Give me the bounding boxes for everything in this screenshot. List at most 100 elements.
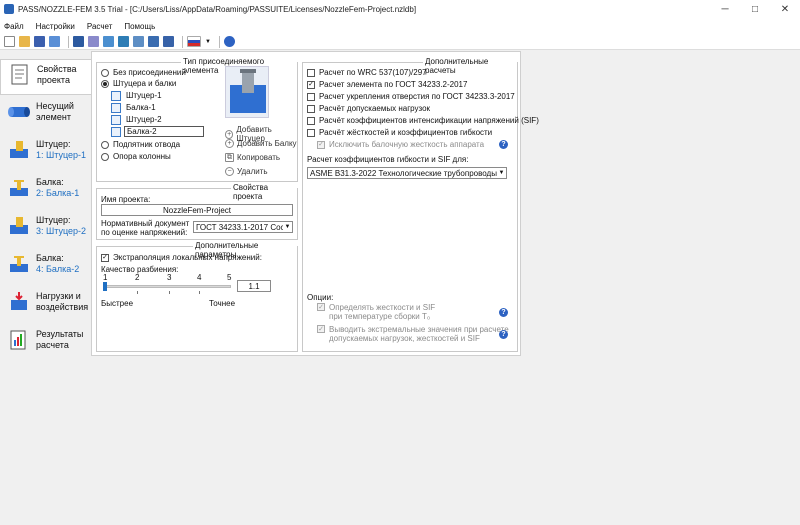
mesh-value-input[interactable]: 1.1 <box>237 280 271 292</box>
report-icon[interactable] <box>118 36 129 47</box>
tree-item-nozzle-2[interactable]: Штуцер-2 <box>111 114 164 125</box>
minimize-button[interactable]: ─ <box>710 0 740 18</box>
help-icon[interactable]: ? <box>499 330 508 339</box>
sidebar-item-shell[interactable]: Несущий элемент <box>0 97 92 133</box>
sidebar-item-label: Несущий <box>36 101 74 111</box>
extrapolation-checkbox[interactable]: ✓ Экстраполяция локальных напряжений: <box>101 253 262 262</box>
sidebar: Свойства проекта Несущий элемент Штуцер: 1:… <box>0 51 92 525</box>
options-label: Опции: <box>307 293 334 302</box>
beam-icon <box>8 253 30 275</box>
menu-settings[interactable]: Настройки <box>36 22 75 31</box>
slider-tick <box>137 291 138 294</box>
copy-button[interactable]: ⧉ Копировать <box>225 153 280 162</box>
open-folder-icon[interactable] <box>19 36 30 47</box>
sif-standard-label: Расчет коэффициентов гибкости и SIF для: <box>307 155 469 164</box>
toolbar: ▼ <box>0 34 800 50</box>
precise-label: Точнее <box>209 299 236 308</box>
element-preview-image <box>225 66 269 118</box>
extreme-values-checkbox[interactable]: ✓ Выводить экстремальные значения при рас… <box>317 325 509 343</box>
chevron-down-icon: ▼ <box>283 222 292 232</box>
radio-pad-support[interactable]: Подпятник отвода <box>101 140 180 149</box>
gost-34233-3-checkbox[interactable]: Расчет укрепления отверстия по ГОСТ 3423… <box>307 92 515 101</box>
mesh-quality-slider[interactable] <box>103 285 231 288</box>
new-file-icon[interactable] <box>4 36 15 47</box>
beam-icon <box>8 177 30 199</box>
maximize-button[interactable]: □ <box>740 0 770 18</box>
slider-tick <box>199 291 200 294</box>
radio-nozzles-beams[interactable]: Штуцера и балки <box>101 79 176 88</box>
main-panel: Тип присоединяемого элемента Без присоед… <box>91 51 539 356</box>
tick-label: 3 <box>167 273 172 282</box>
calc-table-icon[interactable] <box>73 36 84 47</box>
sidebar-item-sub: 4: Балка-2 <box>36 264 80 274</box>
assembly-temp-checkbox[interactable]: ✓ Определять жесткости и SIF при температу… <box>317 303 435 321</box>
nozzle-icon <box>111 114 121 125</box>
attach-type-group: Тип присоединяемого элемента Без присоед… <box>96 57 298 182</box>
beam-icon <box>111 126 121 137</box>
menu-bar: Файл Настройки Расчет Помощь <box>0 18 800 34</box>
cloud-icon[interactable] <box>103 36 114 47</box>
close-button[interactable]: ✕ <box>770 0 800 18</box>
norm-doc-label: Нормативный документ <box>101 219 190 228</box>
sif-standard-select[interactable]: ASME B31.3-2022 Технологические трубопро… <box>307 167 507 179</box>
radio-no-attach[interactable]: Без присоединений <box>101 68 186 77</box>
wrc-checkbox[interactable]: Расчет по WRC 537(107)/297 <box>307 68 427 77</box>
sidebar-item-loads[interactable]: Нагрузки и воздействия <box>0 287 92 323</box>
sidebar-item-beam-2[interactable]: Балка: 4: Балка-2 <box>0 249 92 285</box>
title-bar: PASS/NOZZLE-FEM 3.5 Trial - [C:/Users/Li… <box>0 0 800 18</box>
language-flag-icon[interactable] <box>187 36 201 47</box>
sidebar-item-results[interactable]: Результаты расчета <box>0 325 92 361</box>
document-icon <box>9 64 31 86</box>
image-icon[interactable] <box>133 36 144 47</box>
group-title: Свойства проекта <box>231 183 297 201</box>
stiffness-checkbox[interactable]: Расчёт жёсткостей и коэффициентов гибкос… <box>307 128 492 137</box>
sidebar-item-label: проекта <box>37 75 70 85</box>
radio-column-support[interactable]: Опора колонны <box>101 152 171 161</box>
help-icon[interactable]: ? <box>499 308 508 317</box>
sif-checkbox[interactable]: Расчёт коэффициентов интенсификации напр… <box>307 116 539 125</box>
delete-button[interactable]: − Удалить <box>225 167 268 176</box>
help-icon[interactable]: ? <box>499 140 508 149</box>
grid-icon[interactable] <box>148 36 159 47</box>
sidebar-item-beam-1[interactable]: Балка: 2: Балка-1 <box>0 173 92 209</box>
language-dropdown-icon[interactable]: ▼ <box>205 39 211 45</box>
toolbar-separator <box>68 35 69 48</box>
extra-calcs-group: Дополнительные расчеты Расчет по WRC 537… <box>302 57 539 352</box>
toolbar-separator <box>218 35 220 48</box>
menu-file[interactable]: Файл <box>4 22 24 31</box>
menu-calc[interactable]: Расчет <box>87 22 112 31</box>
link-icon[interactable] <box>88 36 99 47</box>
tree-item-beam-1[interactable]: Балка-1 <box>111 102 158 113</box>
save-icon[interactable] <box>34 36 45 47</box>
sidebar-item-project[interactable]: Свойства проекта <box>0 59 92 95</box>
project-properties-group: Свойства проекта Имя проекта: NozzleFem-… <box>96 183 298 240</box>
sidebar-item-label: Результаты <box>36 329 84 339</box>
tick-label: 1 <box>103 273 108 282</box>
slider-thumb[interactable] <box>103 282 107 291</box>
sidebar-item-label: расчета <box>36 340 69 350</box>
plus-icon: + <box>225 129 234 139</box>
allowable-loads-checkbox[interactable]: Расчёт допускаемых нагрузок <box>307 104 430 113</box>
help-icon[interactable] <box>223 36 235 47</box>
toolbar-separator <box>182 35 183 48</box>
chevron-down-icon: ▼ <box>497 168 506 178</box>
add-beam-button[interactable]: + Добавить Балку <box>225 139 297 148</box>
sidebar-item-label: воздействия <box>36 302 89 312</box>
exclude-beam-stiffness-checkbox[interactable]: ✓ Исключить балочную жесткость аппарата <box>317 140 484 149</box>
norm-doc-select[interactable]: ГОСТ 34233.1-2017 Сосуды и▼ <box>193 221 293 233</box>
project-name-input[interactable]: NozzleFem-Project <box>101 204 293 216</box>
sidebar-item-nozzle-1[interactable]: Штуцер: 1: Штуцер-1 <box>0 135 92 171</box>
group-title: Дополнительные расчеты <box>423 57 517 75</box>
results-icon <box>8 329 30 351</box>
sidebar-item-sub: 1: Штуцер-1 <box>36 150 87 160</box>
save-as-icon[interactable] <box>49 36 60 47</box>
tree-item-beam-2[interactable]: Балка-2 <box>111 126 204 137</box>
sidebar-item-label: Балка: <box>36 177 64 187</box>
sidebar-item-nozzle-2[interactable]: Штуцер: 3: Штуцер-2 <box>0 211 92 247</box>
cylinder-icon <box>8 101 30 123</box>
menu-help[interactable]: Помощь <box>124 22 155 31</box>
plus-icon: + <box>225 139 234 148</box>
tree-item-nozzle-1[interactable]: Штуцер-1 <box>111 90 164 101</box>
gost-34233-2-checkbox[interactable]: ✓ Расчет элемента по ГОСТ 34233.2-2017 <box>307 80 467 89</box>
chart-icon[interactable] <box>163 36 174 47</box>
